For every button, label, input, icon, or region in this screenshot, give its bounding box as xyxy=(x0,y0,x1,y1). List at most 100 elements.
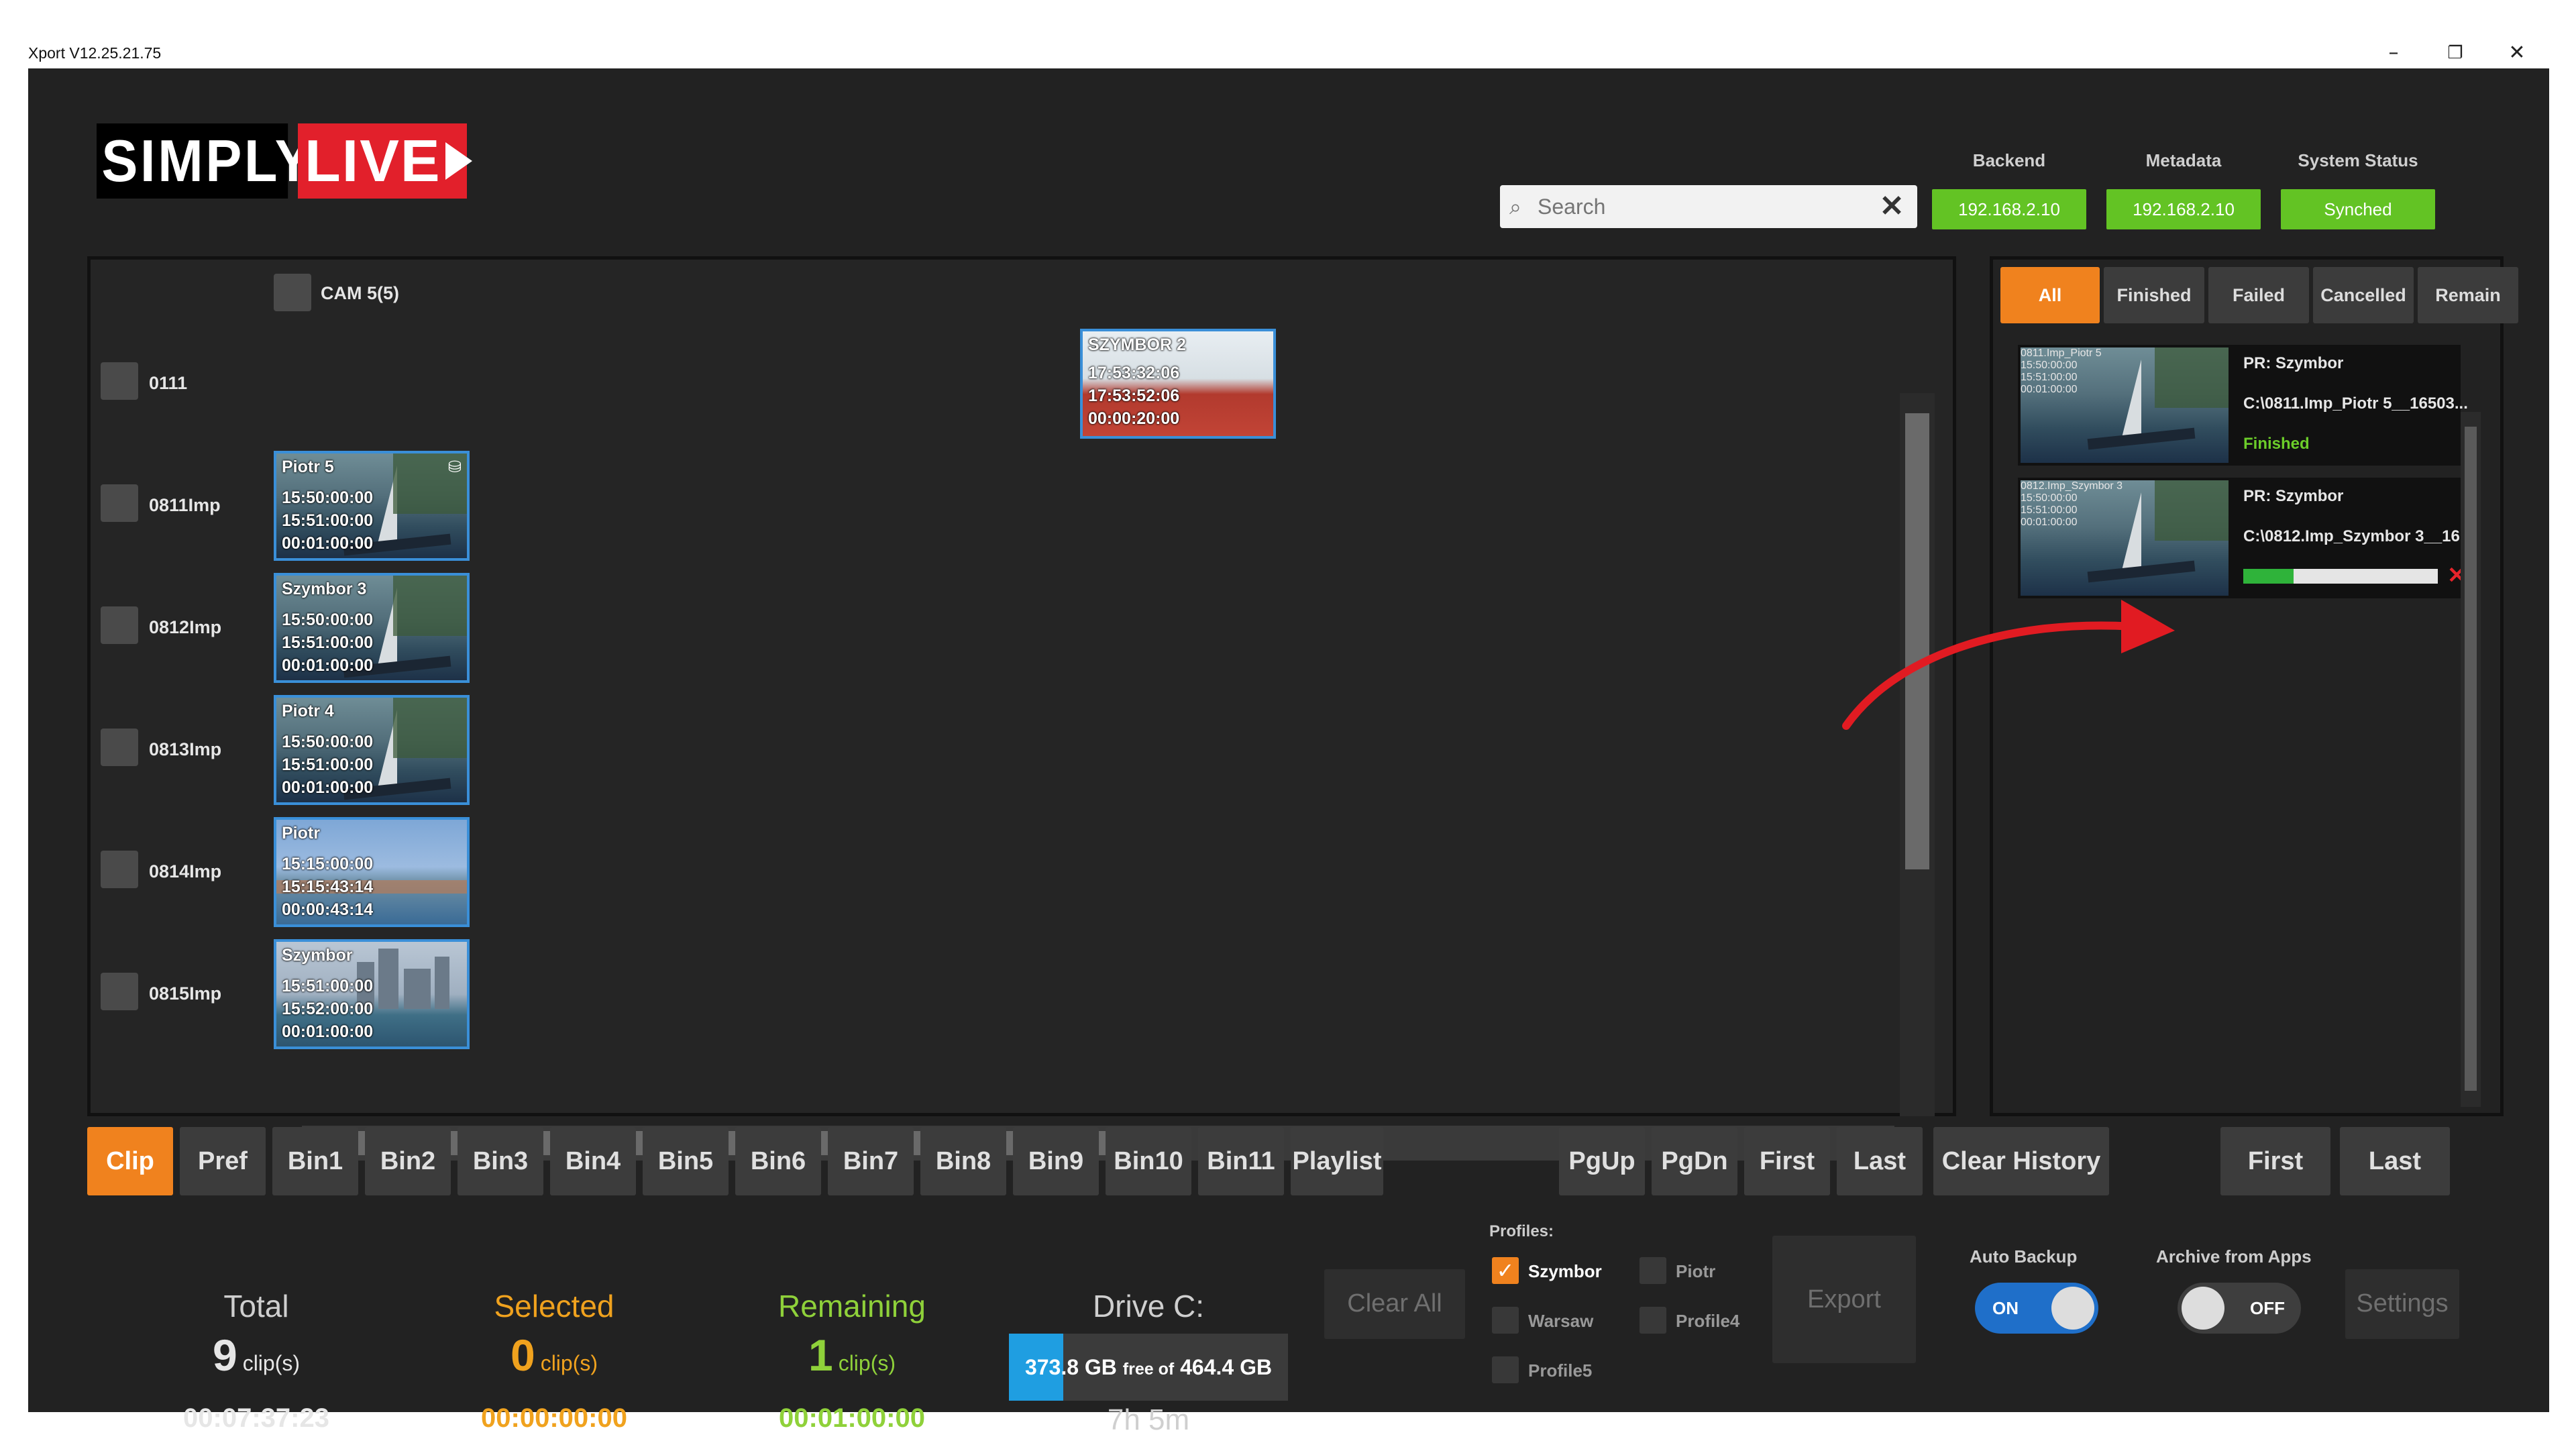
clip-thumbnail[interactable]: Szymbor 15:51:00:00 15:52:00:00 00:01:00… xyxy=(274,939,470,1049)
row-checkbox[interactable] xyxy=(101,362,138,400)
selected-label: Selected xyxy=(494,1289,614,1324)
remaining-count: 1 clip(s) xyxy=(731,1330,973,1381)
tab-remain[interactable]: Remain xyxy=(2418,267,2518,323)
history-thumbnail: 0811.Imp_Piotr 5 15:50:00:00 15:51:00:00… xyxy=(2021,347,2229,463)
cam-checkbox[interactable] xyxy=(274,274,311,311)
backend-status: 192.168.2.10 xyxy=(1932,189,2086,229)
profile-checkbox-piotr[interactable] xyxy=(1640,1257,1666,1284)
clip-duration: 00:00:43:14 xyxy=(282,900,374,919)
bin-button-bin1[interactable]: Bin1 xyxy=(272,1127,358,1195)
drive-total: 464.4 GB xyxy=(1180,1355,1273,1379)
row-checkbox[interactable] xyxy=(101,484,138,522)
row-checkbox[interactable] xyxy=(101,851,138,888)
bin-button-clip[interactable]: Clip xyxy=(87,1127,173,1195)
bin-button-pref[interactable]: Pref xyxy=(180,1127,266,1195)
profile-checkbox-szymbor[interactable]: ✓ xyxy=(1492,1257,1519,1284)
history-profile: PR: Szymbor xyxy=(2243,487,2344,505)
bin-button-bin4[interactable]: Bin4 xyxy=(550,1127,636,1195)
clip-title: Szymbor 3 xyxy=(282,580,367,598)
history-item[interactable]: 0811.Imp_Piotr 5 15:50:00:00 15:51:00:00… xyxy=(2018,345,2468,466)
archive-toggle[interactable]: OFF xyxy=(2178,1283,2301,1334)
system-status: Synched xyxy=(2281,189,2435,229)
history-first-button[interactable]: First xyxy=(2220,1127,2330,1195)
row-checkbox[interactable] xyxy=(101,729,138,766)
clip-thumbnail[interactable]: Szymbor 3 15:50:00:00 15:51:00:00 00:01:… xyxy=(274,573,470,683)
profile-checkbox-warsaw[interactable] xyxy=(1492,1307,1519,1334)
clear-history-button[interactable]: Clear History xyxy=(1933,1127,2109,1195)
settings-button[interactable]: Settings xyxy=(2345,1269,2459,1339)
logo-live: LIVE xyxy=(298,123,467,199)
toggle-state: ON xyxy=(1992,1298,2019,1318)
bin-button-playlist[interactable]: Playlist xyxy=(1291,1127,1383,1195)
clip-tc-in: 15:15:00:00 xyxy=(282,855,374,873)
clear-search-icon[interactable]: ✕ xyxy=(1874,189,1909,224)
progress-fill xyxy=(2243,569,2294,584)
drive-free: 373.8 GB xyxy=(1024,1355,1117,1379)
clip-tc-out: 15:51:00:00 xyxy=(282,755,374,774)
minimize-button[interactable]: – xyxy=(2373,40,2414,66)
cam-label: CAM 5(5) xyxy=(321,283,400,303)
profile-name: Piotr xyxy=(1676,1261,1716,1281)
clip-title: Szymbor xyxy=(282,946,353,965)
close-button[interactable]: ✕ xyxy=(2497,40,2537,66)
tab-all[interactable]: All xyxy=(2000,267,2100,323)
profile-name: Szymbor xyxy=(1528,1261,1602,1281)
profile-checkbox-profile5[interactable] xyxy=(1492,1356,1519,1383)
history-path: C:\0812.Imp_Szymbor 3__16... xyxy=(2243,527,2473,545)
export-progress-bar xyxy=(2243,569,2438,584)
drive-usage-bar: 373.8 GB free of 464.4 GB xyxy=(1009,1334,1288,1401)
clip-tc-out: 15:15:43:14 xyxy=(282,877,374,896)
total-label: Total xyxy=(223,1289,289,1324)
auto-backup-toggle[interactable]: ON xyxy=(1975,1283,2098,1334)
bin-button-bin3[interactable]: Bin3 xyxy=(458,1127,543,1195)
database-icon: ⛁ xyxy=(447,458,462,476)
bin-button-bin5[interactable]: Bin5 xyxy=(643,1127,729,1195)
clip-title: Piotr xyxy=(282,824,320,843)
toggle-knob xyxy=(2182,1287,2224,1330)
total-count-unit: clip(s) xyxy=(242,1351,301,1375)
bin-button-bin7[interactable]: Bin7 xyxy=(828,1127,914,1195)
clip-tc-out: 15:52:00:00 xyxy=(282,1000,374,1018)
clip-vertical-scrollbar[interactable] xyxy=(1900,393,1935,1116)
history-scrollbar[interactable] xyxy=(2461,412,2481,1107)
tab-failed[interactable]: Failed xyxy=(2208,267,2309,323)
bin-button-bin6[interactable]: Bin6 xyxy=(735,1127,821,1195)
row-label: 0111 xyxy=(149,373,188,393)
row-checkbox[interactable] xyxy=(101,606,138,644)
last-page-button[interactable]: Last xyxy=(1837,1127,1923,1195)
clip-thumbnail[interactable]: Piotr 15:15:00:00 15:15:43:14 00:00:43:1… xyxy=(274,817,470,927)
clip-thumbnail[interactable]: SZYMBOR 2 17:53:32:06 17:53:52:06 00:00:… xyxy=(1080,329,1276,439)
window-titlebar: Xport V12.25.21.75 – ❐ ✕ xyxy=(28,38,2549,68)
history-last-button[interactable]: Last xyxy=(2340,1127,2450,1195)
pgdn-button[interactable]: PgDn xyxy=(1652,1127,1737,1195)
scrollbar-thumb[interactable] xyxy=(2465,427,2477,1091)
tab-finished[interactable]: Finished xyxy=(2104,267,2204,323)
clip-thumbnail[interactable]: Piotr 4 15:50:00:00 15:51:00:00 00:01:00… xyxy=(274,695,470,805)
bin-button-bin9[interactable]: Bin9 xyxy=(1013,1127,1099,1195)
search-box[interactable]: ⌕ ✕ xyxy=(1500,185,1917,228)
clip-title: Piotr 5 xyxy=(282,458,334,476)
pgup-button[interactable]: PgUp xyxy=(1559,1127,1645,1195)
history-status: Finished xyxy=(2243,435,2310,453)
first-page-button[interactable]: First xyxy=(1744,1127,1830,1195)
tab-cancelled[interactable]: Cancelled xyxy=(2313,267,2414,323)
clear-all-button[interactable]: Clear All xyxy=(1324,1269,1465,1339)
clip-tc-in: 15:50:00:00 xyxy=(282,610,374,629)
search-input[interactable] xyxy=(1538,191,1866,223)
export-button[interactable]: Export xyxy=(1772,1236,1916,1363)
row-checkbox[interactable] xyxy=(101,973,138,1010)
bin-button-bin10[interactable]: Bin10 xyxy=(1106,1127,1191,1195)
clip-thumbnail[interactable]: Piotr 5 15:50:00:00 15:51:00:00 00:01:00… xyxy=(274,451,470,561)
clip-duration: 00:01:00:00 xyxy=(282,1022,374,1041)
profile-name: Profile5 xyxy=(1528,1360,1593,1381)
bin-button-bin8[interactable]: Bin8 xyxy=(920,1127,1006,1195)
clip-duration: 00:01:00:00 xyxy=(282,778,374,797)
app-window: SIMPLY LIVE ⌕ ✕ Backend 192.168.2.10 Met… xyxy=(28,68,2549,1436)
bin-button-bin2[interactable]: Bin2 xyxy=(365,1127,451,1195)
clip-duration: 00:01:00:00 xyxy=(282,656,374,675)
restore-button[interactable]: ❐ xyxy=(2435,40,2475,66)
clip-tc-out: 17:53:52:06 xyxy=(1088,386,1180,405)
bin-button-bin11[interactable]: Bin11 xyxy=(1198,1127,1284,1195)
profiles-label: Profiles: xyxy=(1489,1222,1554,1240)
profile-checkbox-profile4[interactable] xyxy=(1640,1307,1666,1334)
